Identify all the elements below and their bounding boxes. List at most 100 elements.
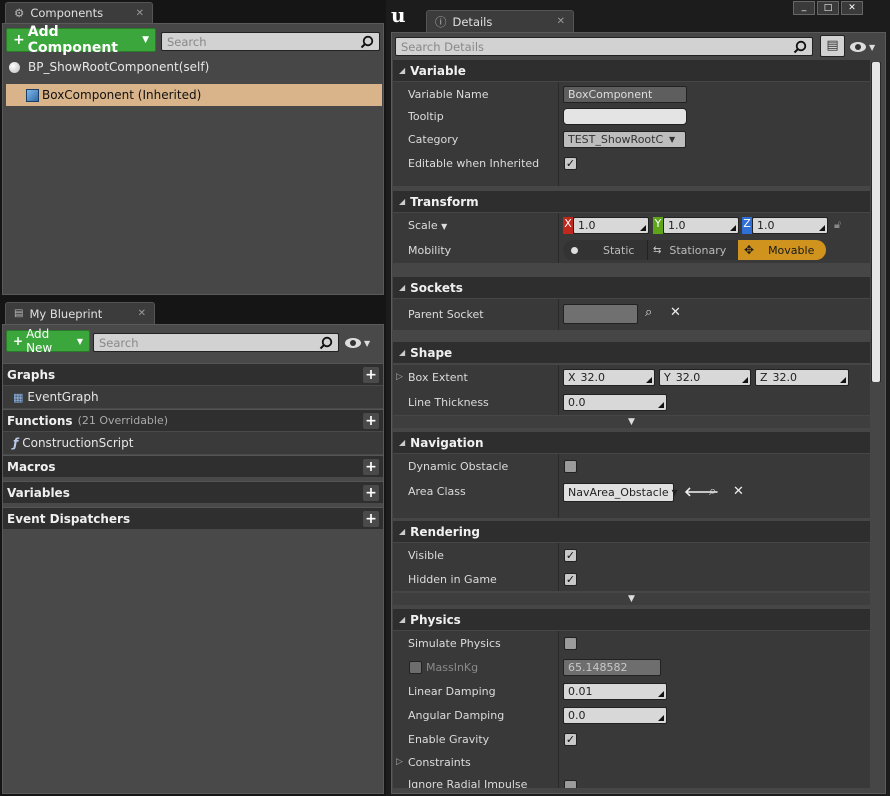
box-extent-z-value: 32.0: [772, 370, 798, 384]
navigation-section-header[interactable]: ◢ Navigation: [393, 432, 870, 453]
add-new-button[interactable]: + Add New ▼: [6, 327, 90, 355]
add-macro-button[interactable]: +: [363, 458, 379, 475]
add-dispatcher-button[interactable]: +: [363, 510, 379, 527]
macros-section-header[interactable]: Macros +: [3, 455, 383, 477]
expand-arrow-icon[interactable]: ▷: [396, 372, 403, 382]
search-icon: [319, 336, 333, 349]
box-extent-z-input[interactable]: Z 32.0: [755, 368, 849, 386]
box-extent-y-value: 32.0: [675, 370, 701, 384]
editable-inherited-label: Editable when Inherited: [408, 157, 540, 170]
scale-row: Scale ▼ X 1.0 Y 1.0 Z 1.0 🔓︎: [393, 213, 870, 237]
root-component-row[interactable]: BP_ShowRootComponent(self): [6, 57, 382, 77]
rendering-section-title: Rendering: [410, 524, 480, 539]
construction-script-item[interactable]: ƒ ConstructionScript: [3, 432, 383, 454]
hidden-in-game-label: Hidden in Game: [408, 572, 497, 586]
components-search-input[interactable]: Search: [161, 32, 380, 51]
simulate-physics-checkbox[interactable]: [564, 636, 577, 650]
graphs-label: Graphs: [7, 367, 56, 382]
scale-label-dropdown[interactable]: Scale ▼: [408, 219, 447, 232]
physics-section-header[interactable]: ◢ Physics: [393, 609, 870, 630]
close-window-icon[interactable]: ✕: [841, 1, 863, 15]
variable-section-header[interactable]: ◢ Variable: [393, 60, 870, 81]
static-icon: [571, 246, 578, 254]
my-blueprint-tab[interactable]: ▤ My Blueprint ✕: [5, 302, 155, 324]
category-combo[interactable]: TEST_ShowRootC ▼: [563, 130, 686, 148]
scale-x-axis-label: X: [563, 217, 573, 234]
event-graph-item[interactable]: ▦ EventGraph: [3, 386, 383, 408]
scrollbar-thumb[interactable]: [872, 62, 880, 382]
box-extent-x-value: 32.0: [580, 370, 606, 384]
scale-z-input[interactable]: 1.0: [752, 216, 828, 234]
clear-icon[interactable]: ✕: [670, 305, 681, 320]
scale-x-input[interactable]: 1.0: [573, 216, 649, 234]
close-icon[interactable]: ✕: [138, 308, 146, 319]
minimize-icon[interactable]: _: [793, 1, 815, 15]
line-thickness-input[interactable]: 0.0: [563, 393, 667, 411]
hidden-in-game-checkbox[interactable]: ✓: [564, 572, 577, 586]
mobility-static-option[interactable]: Static: [563, 240, 648, 260]
box-extent-y-input[interactable]: Y 32.0: [659, 368, 751, 386]
details-view-options-button[interactable]: ▼: [850, 40, 882, 54]
parent-socket-label: Parent Socket: [408, 308, 484, 321]
sockets-section-header[interactable]: ◢ Sockets: [393, 277, 870, 298]
mobility-movable-option[interactable]: ✥ Movable: [738, 240, 826, 260]
mass-input[interactable]: 65.148582: [563, 658, 661, 676]
graphs-section-header[interactable]: Graphs +: [3, 363, 383, 385]
variables-section-header[interactable]: Variables +: [3, 481, 383, 503]
chevron-down-icon: ▼: [76, 336, 83, 346]
details-search-input[interactable]: Search Details: [395, 37, 813, 56]
details-tab[interactable]: ⓘ Details ✕: [426, 10, 574, 32]
event-dispatchers-section-header[interactable]: Event Dispatchers +: [3, 507, 383, 529]
shape-advanced-toggle[interactable]: ▼: [393, 416, 870, 428]
visible-checkbox[interactable]: ✓: [564, 548, 577, 562]
dynamic-obstacle-checkbox[interactable]: [564, 459, 577, 473]
variable-name-input[interactable]: BoxComponent: [563, 85, 687, 103]
browse-search-icon[interactable]: ⌕: [709, 484, 716, 499]
shape-section-title: Shape: [410, 345, 453, 360]
grid-icon: ▤: [826, 38, 839, 53]
clear-icon[interactable]: ✕: [733, 484, 744, 499]
box-component-row[interactable]: BoxComponent (Inherited): [6, 84, 382, 106]
browse-search-icon[interactable]: ⌕: [645, 305, 652, 320]
chevron-down-icon: ▼: [869, 42, 876, 52]
transform-section-header[interactable]: ◢ Transform: [393, 191, 870, 212]
add-function-button[interactable]: +: [363, 412, 379, 429]
variable-name-label: Variable Name: [408, 87, 489, 101]
angular-damping-input[interactable]: 0.0: [563, 706, 667, 724]
stationary-label: Stationary: [669, 243, 727, 257]
collapse-arrow-icon: ◢: [399, 197, 406, 206]
ignore-radial-impulse-checkbox[interactable]: [564, 780, 577, 788]
mobility-stationary-option[interactable]: ⇆ Stationary: [649, 240, 738, 260]
construction-script-label: ConstructionScript: [22, 436, 134, 450]
shape-section-header[interactable]: ◢ Shape: [393, 342, 870, 363]
property-matrix-button[interactable]: ▤: [820, 35, 845, 57]
visible-row: Visible ✓: [393, 543, 870, 567]
details-tab-label: Details: [452, 14, 493, 29]
lock-icon[interactable]: 🔓︎: [834, 218, 841, 232]
close-icon[interactable]: ✕: [136, 8, 144, 19]
add-variable-button[interactable]: +: [363, 484, 379, 501]
box-extent-x-input[interactable]: X 32.0: [563, 368, 655, 386]
parent-socket-input[interactable]: [563, 304, 638, 324]
rendering-advanced-toggle[interactable]: ▼: [393, 593, 870, 605]
hidden-in-game-row: Hidden in Game ✓: [393, 567, 870, 591]
blueprint-search-input[interactable]: Search: [93, 333, 339, 352]
scrollbar-track[interactable]: [871, 62, 881, 382]
components-tab[interactable]: ⚙ Components ✕: [5, 2, 153, 23]
mass-override-checkbox[interactable]: [409, 660, 422, 674]
editable-inherited-checkbox[interactable]: ✓: [564, 157, 577, 170]
add-component-button[interactable]: + Add Component ▼: [6, 24, 156, 56]
functions-section-header[interactable]: Functions (21 Overridable) +: [3, 409, 383, 431]
view-options-button[interactable]: ▼: [345, 335, 377, 351]
tooltip-input[interactable]: [563, 107, 687, 125]
variable-name-row: Variable Name BoxComponent: [393, 82, 870, 106]
maximize-icon[interactable]: □: [817, 1, 839, 15]
expand-arrow-icon[interactable]: ▷: [396, 757, 403, 767]
scale-y-input[interactable]: 1.0: [663, 216, 739, 234]
linear-damping-input[interactable]: 0.01: [563, 682, 667, 700]
enable-gravity-checkbox[interactable]: ✓: [564, 732, 577, 746]
close-icon[interactable]: ✕: [557, 16, 565, 27]
rendering-section-header[interactable]: ◢ Rendering: [393, 521, 870, 542]
add-graph-button[interactable]: +: [363, 366, 379, 383]
area-class-combo[interactable]: NavArea_Obstacle ▼: [563, 483, 678, 502]
